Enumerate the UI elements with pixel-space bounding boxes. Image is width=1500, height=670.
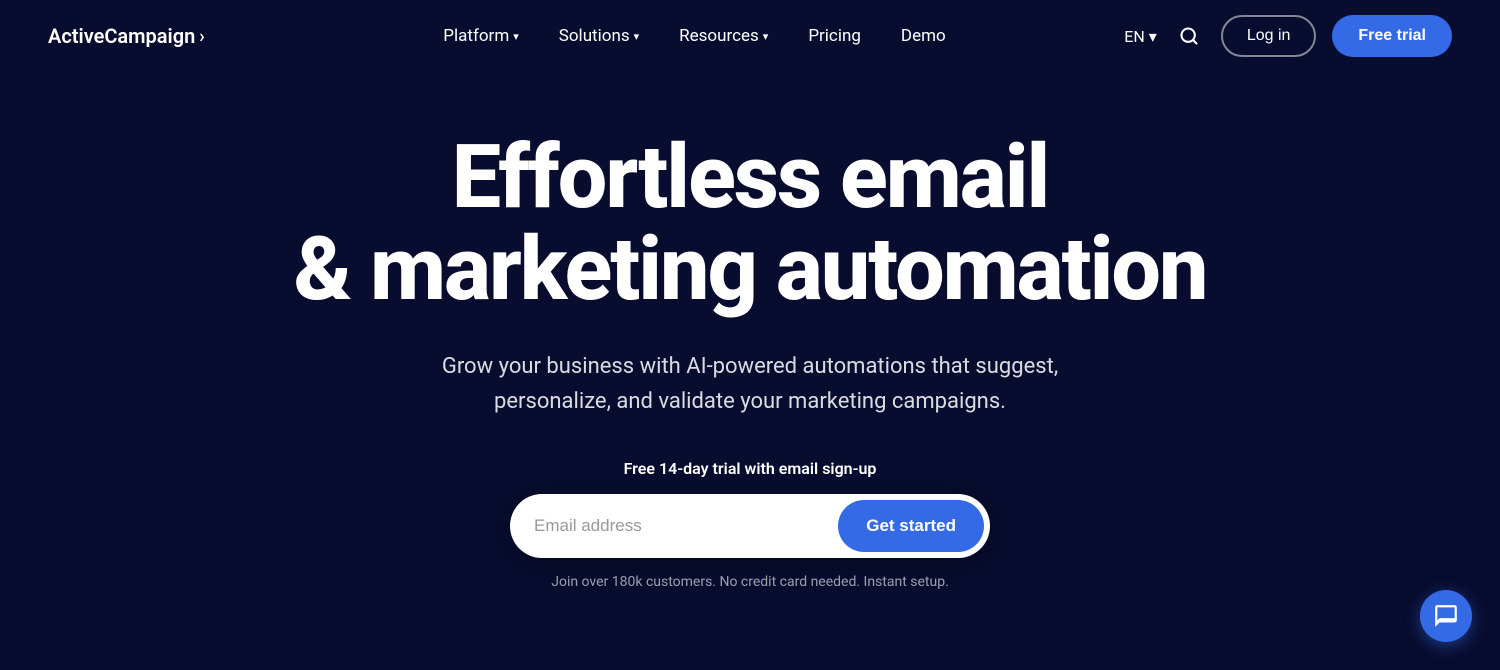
nav-demo[interactable]: Demo: [885, 18, 962, 54]
search-icon: [1179, 26, 1199, 46]
email-form: Get started: [510, 494, 990, 558]
chevron-down-icon: ▾: [1149, 27, 1157, 46]
hero-section: Effortless email & marketing automation …: [0, 72, 1500, 630]
nav-solutions[interactable]: Solutions ▾: [543, 18, 655, 54]
email-input[interactable]: [534, 516, 838, 536]
trial-label: Free 14-day trial with email sign-up: [624, 459, 877, 478]
nav-links: Platform ▾ Solutions ▾ Resources ▾ Prici…: [205, 18, 1125, 54]
logo[interactable]: ActiveCampaign ›: [48, 24, 205, 48]
language-selector[interactable]: EN ▾: [1124, 27, 1157, 46]
hero-subtitle: Grow your business with AI-powered autom…: [440, 349, 1060, 419]
search-button[interactable]: [1173, 20, 1205, 52]
chat-button[interactable]: [1420, 590, 1472, 642]
chat-icon: [1433, 603, 1459, 629]
get-started-button[interactable]: Get started: [838, 500, 984, 552]
hero-title: Effortless email & marketing automation: [294, 132, 1207, 317]
navbar: ActiveCampaign › Platform ▾ Solutions ▾ …: [0, 0, 1500, 72]
chevron-down-icon: ▾: [634, 30, 640, 43]
nav-pricing[interactable]: Pricing: [792, 18, 877, 54]
nav-right: EN ▾ Log in Free trial: [1124, 15, 1452, 57]
nav-platform[interactable]: Platform ▾: [427, 18, 534, 54]
chevron-down-icon: ▾: [763, 30, 769, 43]
login-button[interactable]: Log in: [1221, 15, 1317, 57]
free-trial-button[interactable]: Free trial: [1332, 15, 1452, 57]
logo-text: ActiveCampaign: [48, 24, 195, 48]
chevron-down-icon: ▾: [513, 30, 519, 43]
nav-resources[interactable]: Resources ▾: [663, 18, 784, 54]
hero-note: Join over 180k customers. No credit card…: [551, 574, 949, 590]
